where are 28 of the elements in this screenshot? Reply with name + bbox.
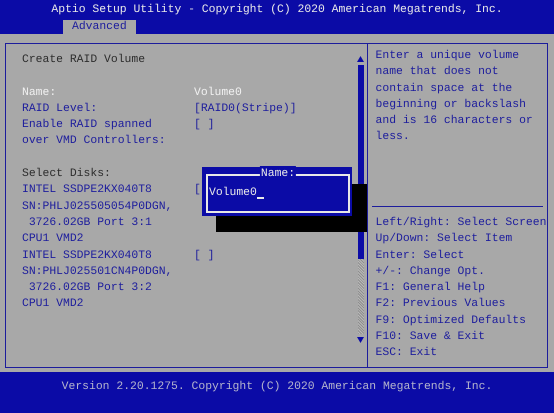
key-help-text: Up/Down: Select Item (376, 232, 514, 248)
window-title: Aptio Setup Utility - Copyright (C) 2020 American Megatrends, Inc. (50, 2, 504, 18)
disk-label[interactable]: INTEL SSDPE2KX040T8 SN:PHLJ025501CN4P0DGN, 3726.02GB Port 3:2 CPU1 VMD2 (22, 248, 194, 313)
setting-label: Name: (22, 86, 58, 101)
disk-label[interactable]: INTEL SSDPE2KX040T8 SN:PHLJ025505054P0DGN, 3726.02GB Port 3:1 CPU1 VMD2 (22, 182, 194, 248)
tab[interactable]: Advanced (63, 20, 136, 34)
version-text: Version 2.20.1275. Copyright (C) 2020 American Megatrends, Inc. (62, 380, 492, 395)
setting-label[interactable]: RAID Level: (22, 100, 194, 118)
scroll-up-arrow-icon[interactable] (357, 56, 364, 62)
setting-checkbox[interactable]: [ ] (194, 117, 215, 134)
key-help-text: Enter: Select (376, 248, 466, 264)
setting-value: Volume0 (194, 86, 242, 101)
key-help-text: F1: General Help (376, 280, 486, 296)
panel-title: Create RAID Volume (22, 52, 146, 68)
key-help-text: +/-: Change Opt. (376, 264, 486, 280)
key-help-text: F2: Previous Values (376, 296, 506, 312)
setting-value[interactable]: [RAID0(Stripe)] (194, 100, 297, 118)
setting-label[interactable]: Enable RAID spanned over VMD Controllers: (22, 117, 194, 150)
section-heading: Select Disks: (22, 166, 111, 182)
disk-checkbox[interactable]: [ ] (194, 248, 215, 264)
key-help-text: ESC: Exit (376, 346, 438, 362)
key-help-text: F10: Save & Exit (376, 330, 486, 346)
key-help-text: F9: Optimized Defaults (376, 314, 527, 329)
text-cursor (256, 197, 264, 199)
key-help-text: Left/Right: Select Screen (376, 216, 547, 231)
help-text: Enter a unique volume name that does not contain space at the beginning or backslash and is 16 characters or less. (376, 48, 534, 146)
scroll-down-arrow-icon[interactable] (357, 337, 364, 343)
disk-checkbox[interactable]: [ (194, 182, 201, 199)
